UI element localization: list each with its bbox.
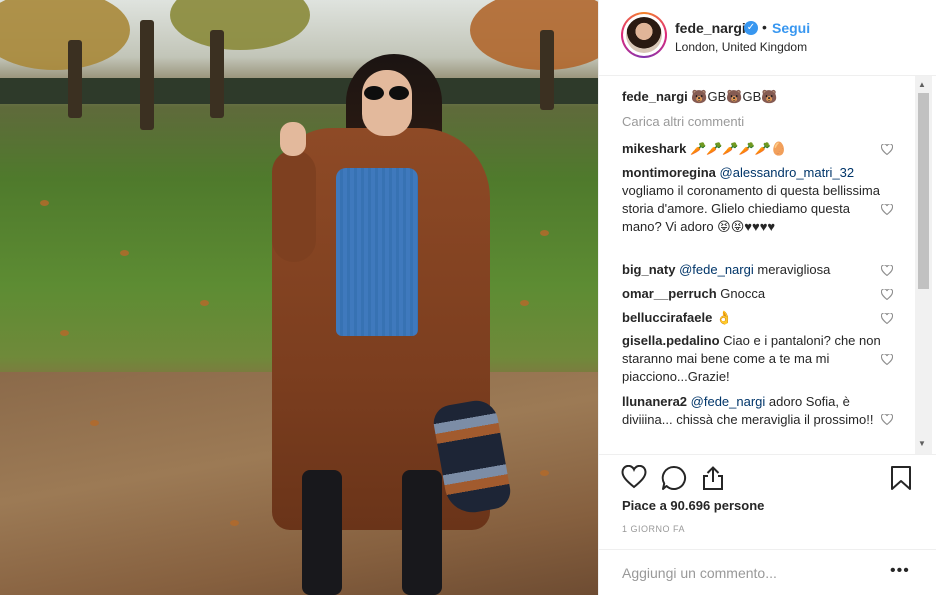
comment-like-heart-icon[interactable] [881,313,893,324]
photo-tree [210,30,224,118]
comment-username[interactable]: belluccirafaele [622,310,712,325]
comment-like-heart-icon[interactable] [881,414,893,425]
comment-item: omar__perruch Gnocca [622,285,882,303]
comments-scrollbar[interactable]: ▲ ▼ [915,76,932,454]
comment-text: 🥕🥕🥕🥕🥕🥚 [689,141,788,156]
photo-leaf [230,520,239,526]
verified-badge-icon: ✓ [744,21,758,35]
photo-tree [140,20,154,130]
post-photo[interactable] [0,0,598,595]
person-legs [292,470,452,595]
caption-text: 🐻GB🐻GB🐻 [691,89,778,104]
caption: fede_nargi 🐻GB🐻GB🐻 [622,88,882,106]
scroll-down-arrow-icon[interactable]: ▼ [918,439,926,448]
photo-leaf [520,300,529,306]
photo-leaf [60,330,69,336]
comment-username[interactable]: gisella.pedalino [622,333,720,348]
comment-text: vogliamo il coronamento di questa bellis… [622,183,880,234]
load-more-comments-button[interactable]: Carica altri commenti [622,114,744,129]
comment-item: montimoregina @alessandro_matri_32 vogli… [622,164,882,236]
comment-like-heart-icon[interactable] [881,289,893,300]
person-sweater [336,168,418,336]
likes-count[interactable]: Piace a 90.696 persone [622,498,764,513]
add-comment-input[interactable]: Aggiungi un commento... [622,565,777,581]
comment-username[interactable]: big_naty [622,262,675,277]
post-actions-bar [599,454,936,504]
comment-like-heart-icon[interactable] [881,354,893,365]
comment-text: 👌 [715,310,733,325]
post-date: 1 GIORNO FA [622,524,686,534]
comment-username[interactable]: mikeshark [622,141,686,156]
scrollbar-thumb[interactable] [918,93,929,289]
comment-username[interactable]: omar__perruch [622,286,717,301]
post-username[interactable]: fede_nargi [675,20,746,36]
post-header: fede_nargi ✓ • Segui London, United King… [599,0,936,76]
post-side-panel: fede_nargi ✓ • Segui London, United King… [598,0,936,595]
photo-tree [68,40,82,118]
comment-like-heart-icon[interactable] [881,144,893,155]
photo-leaf [40,200,49,206]
comment-text: meravigliosa [757,262,831,277]
photo-leaf [90,420,99,426]
comment-item: big_naty @fede_nargi meravigliosa [622,261,882,279]
post-location[interactable]: London, United Kingdom [675,40,807,54]
photo-hedge [0,78,598,104]
photo-leaf [540,230,549,236]
add-comment-bar: Aggiungi un commento... ••• [599,549,936,595]
comment-item: belluccirafaele 👌 [622,309,882,327]
photo-tree [540,30,554,110]
comment-mention[interactable]: @alessandro_matri_32 [720,165,855,180]
comment-item: gisella.pedalino Ciao e i pantaloni? che… [622,332,882,386]
person-head [362,70,412,136]
comment-mention[interactable]: @fede_nargi [679,262,754,277]
comment-like-heart-icon[interactable] [881,265,893,276]
header-separator: • [762,19,767,35]
comment-text: Gnocca [720,286,766,301]
photo-leaf [540,470,549,476]
scroll-up-arrow-icon[interactable]: ▲ [918,80,926,89]
person-hand [280,122,306,156]
comment-username[interactable]: llunanera2 [622,394,687,409]
comment-like-heart-icon[interactable] [881,204,893,215]
comment-item: mikeshark 🥕🥕🥕🥕🥕🥚 [622,140,882,158]
comment-username[interactable]: montimoregina [622,165,716,180]
photo-leaf [120,250,129,256]
comment-mention[interactable]: @fede_nargi [691,394,766,409]
comment-bubble-icon[interactable] [661,465,689,493]
share-upload-icon[interactable] [701,465,729,493]
person-arm [272,150,316,262]
save-bookmark-icon[interactable] [890,465,918,493]
more-options-icon[interactable]: ••• [890,562,910,580]
avatar[interactable] [621,12,667,58]
photo-leaf [200,300,209,306]
like-heart-icon[interactable] [621,464,649,493]
caption-username[interactable]: fede_nargi [622,89,688,104]
follow-button[interactable]: Segui [772,20,810,36]
sunglasses [364,86,410,100]
comments-list: fede_nargi 🐻GB🐻GB🐻 Carica altri commenti… [599,76,936,454]
comment-item: llunanera2 @fede_nargi adoro Sofia, è di… [622,393,882,429]
